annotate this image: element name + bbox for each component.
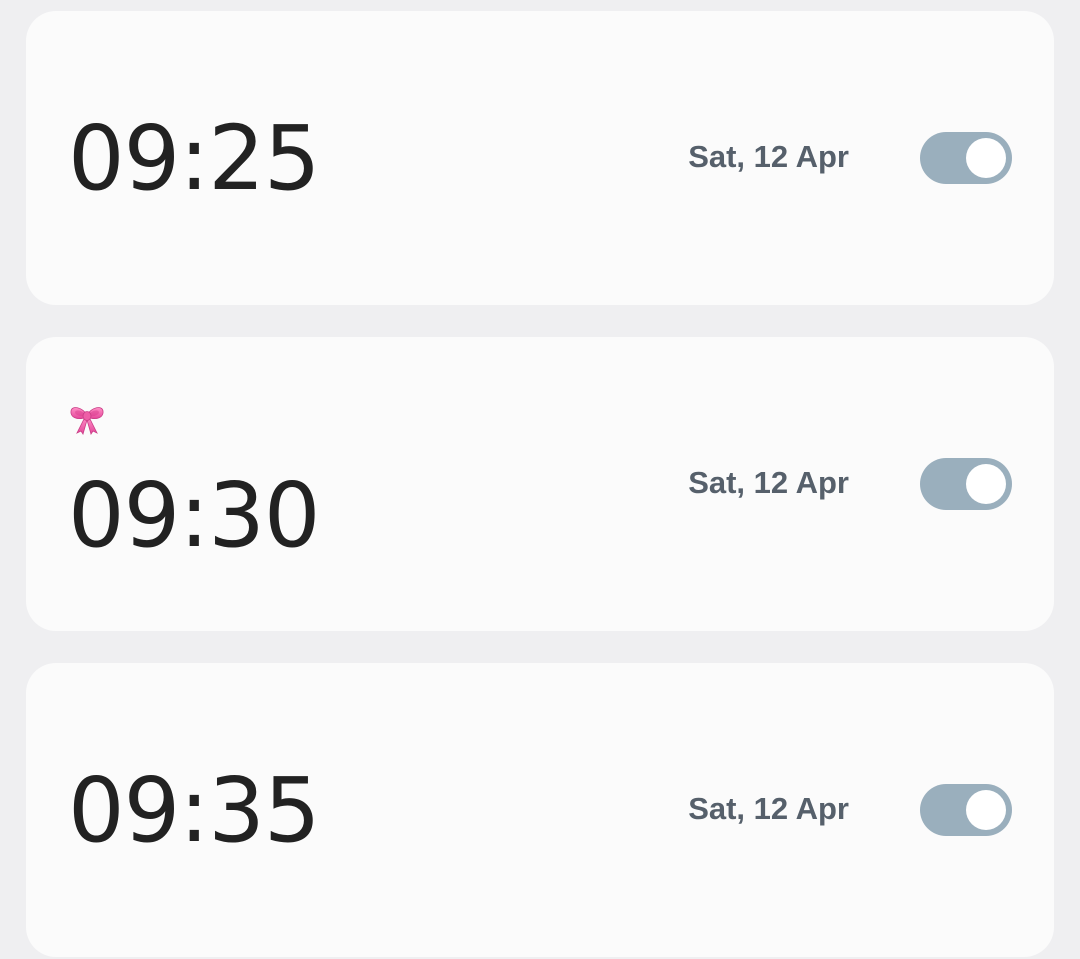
alarm-toggle[interactable] xyxy=(920,458,1012,510)
alarm-date: Sat, 12 Apr xyxy=(688,139,849,174)
alarm-time: 09:35 xyxy=(68,758,320,862)
toggle-knob xyxy=(966,138,1006,178)
ribbon-icon xyxy=(68,399,106,437)
alarm-time: 09:25 xyxy=(68,106,320,210)
alarm-toggle[interactable] xyxy=(920,132,1012,184)
toggle-knob xyxy=(966,790,1006,830)
alarm-list: 09:25 Sat, 12 Apr 09:30 Sat, 12 Apr 09:3… xyxy=(0,0,1080,959)
alarm-toggle[interactable] xyxy=(920,784,1012,836)
alarm-date: Sat, 12 Apr xyxy=(688,791,849,826)
alarm-card[interactable]: 09:25 Sat, 12 Apr xyxy=(26,11,1054,305)
toggle-knob xyxy=(966,464,1006,504)
alarm-date: Sat, 12 Apr xyxy=(688,465,849,500)
alarm-card[interactable]: 09:35 Sat, 12 Apr xyxy=(26,663,1054,957)
alarm-card[interactable]: 09:30 Sat, 12 Apr xyxy=(26,337,1054,631)
alarm-time: 09:30 xyxy=(68,463,320,567)
